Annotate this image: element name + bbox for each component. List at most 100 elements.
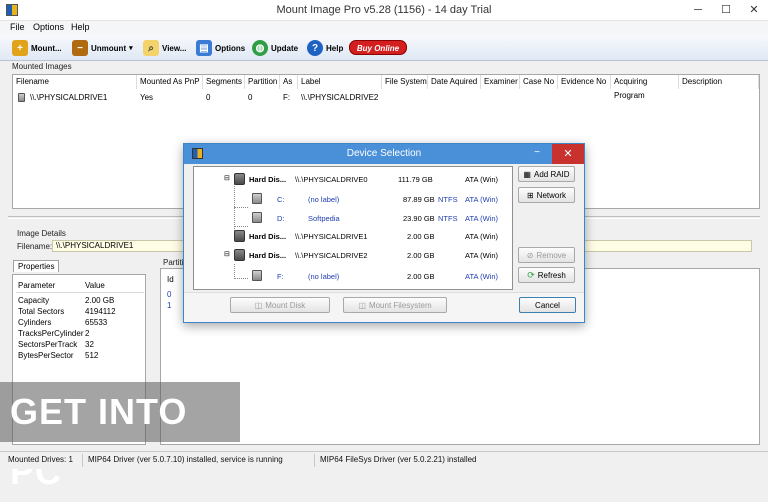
column-header[interactable]: Label	[298, 75, 382, 89]
network-button[interactable]: ⊞ Network	[518, 187, 575, 203]
refresh-icon: ⟳	[527, 269, 535, 280]
column-header[interactable]: Mounted As PnP	[137, 75, 203, 89]
status-bar: Mounted Drives: 1 MIP64 Driver (ver 5.0.…	[0, 451, 768, 469]
column-header[interactable]: Acquiring Program	[611, 75, 679, 100]
refresh-button[interactable]: ⟳ Refresh	[518, 267, 575, 283]
device-tree[interactable]: ⊟ Hard Dis... \\.\PHYSICALDRIVE0 111.79 …	[193, 166, 513, 290]
row-segments: 0	[206, 93, 211, 102]
cancel-button[interactable]: Cancel	[519, 297, 576, 313]
device-bus: ATA (Win)	[465, 251, 499, 260]
buy-online-button[interactable]: Buy Online	[349, 40, 407, 55]
add-raid-button[interactable]: ▦ Add RAID	[518, 166, 575, 182]
param-name: SectorsPerTrack	[18, 340, 78, 349]
mount-filesystem-button[interactable]: ◫ Mount Filesystem	[343, 297, 447, 313]
param-name: BytesPerSector	[18, 351, 74, 360]
device-size: 2.00 GB	[407, 232, 435, 241]
menu-options[interactable]: Options	[33, 22, 64, 32]
title-bar: Mount Image Pro v5.28 (1156) - 14 day Tr…	[0, 0, 768, 21]
id-header[interactable]: Id	[167, 275, 174, 284]
column-header[interactable]: Date Aquired	[428, 75, 481, 89]
param-value: 65533	[85, 318, 108, 327]
row-mounted-pnp: Yes	[140, 93, 154, 102]
tab-partitions[interactable]: Partiti	[163, 258, 183, 267]
tree-line	[234, 226, 248, 227]
column-header[interactable]: As	[280, 75, 298, 89]
partition-id: 0	[167, 290, 172, 299]
partition-letter: C:	[277, 195, 285, 204]
partition-icon	[252, 212, 262, 223]
value-header[interactable]: Value	[85, 281, 105, 290]
column-header[interactable]: Description	[679, 75, 759, 89]
partition-letter: F:	[277, 272, 284, 281]
column-header[interactable]: Evidence No	[558, 75, 611, 89]
column-header[interactable]: Filename	[13, 75, 137, 89]
tree-row-partition-d[interactable]: D: Softpedia 23.90 GB NTFS ATA (Win)	[194, 211, 512, 225]
mount-filesystem-label: Mount Filesystem	[368, 300, 432, 310]
image-file-icon	[18, 93, 25, 102]
hard-disk-icon	[234, 249, 245, 261]
parameter-header[interactable]: Parameter	[18, 281, 55, 290]
raid-icon: ▦	[523, 169, 531, 179]
menu-help[interactable]: Help	[71, 22, 90, 32]
device-name: Hard Dis...	[249, 175, 287, 184]
globe-icon: ◍	[252, 40, 268, 56]
view-label: View...	[162, 43, 187, 53]
tree-row-drive0[interactable]: ⊟ Hard Dis... \\.\PHYSICALDRIVE0 111.79 …	[194, 173, 512, 187]
param-value: 512	[85, 351, 99, 360]
device-selection-dialog: Device Selection − ✕ ⊟ Hard Dis... \\.\P…	[183, 143, 585, 323]
minimize-button[interactable]: ─	[684, 0, 712, 20]
unmount-button[interactable]: − Unmount ▾	[72, 38, 133, 58]
mount-button[interactable]: + Mount...	[12, 38, 62, 58]
partition-fs: NTFS	[438, 195, 458, 204]
tab-properties[interactable]: Properties	[13, 260, 60, 272]
param-value: 4194112	[85, 307, 116, 316]
collapse-icon[interactable]: ⊟	[224, 250, 230, 258]
table-row[interactable]: \\.\PHYSICALDRIVE1 Yes 0 0 F: \\.\PHYSIC…	[13, 92, 759, 104]
param-name: Cylinders	[18, 318, 52, 327]
device-bus: ATA (Win)	[465, 175, 499, 184]
remove-button[interactable]: ⊘ Remove	[518, 247, 575, 263]
chevron-down-icon[interactable]: ▾	[129, 44, 133, 52]
partition-icon	[252, 270, 262, 281]
device-name: Hard Dis...	[249, 232, 287, 241]
filename-label: Filename:	[17, 242, 53, 251]
network-label: Network	[536, 190, 567, 200]
unmount-icon: −	[72, 40, 88, 56]
status-divider	[314, 454, 315, 467]
tree-row-partition-f[interactable]: F: (no label) 2.00 GB ATA (Win)	[194, 269, 512, 283]
mount-disk-button[interactable]: ◫ Mount Disk	[230, 297, 330, 313]
tree-row-partition-c[interactable]: C: (no label) 87.89 GB NTFS ATA (Win)	[194, 192, 512, 206]
row-label: \\.\PHYSICALDRIVE2	[301, 93, 379, 102]
device-bus: ATA (Win)	[465, 232, 499, 241]
options-icon: ▤	[196, 40, 212, 56]
tree-row-drive1[interactable]: Hard Dis... \\.\PHYSICALDRIVE1 2.00 GB A…	[194, 230, 512, 244]
dialog-minimize-button[interactable]: −	[524, 144, 550, 164]
column-header[interactable]: Case No	[520, 75, 558, 89]
menu-file[interactable]: File	[10, 22, 25, 32]
device-size: 111.79 GB	[398, 175, 433, 184]
partition-size: 23.90 GB	[403, 214, 435, 223]
options-button[interactable]: ▤ Options	[196, 38, 245, 58]
collapse-icon[interactable]: ⊟	[224, 174, 230, 182]
param-value: 2	[85, 329, 90, 338]
view-button[interactable]: ⌕ View...	[143, 38, 186, 58]
close-button[interactable]: ✕	[740, 0, 768, 20]
help-button[interactable]: ? Help	[307, 38, 343, 58]
tree-line	[234, 207, 248, 208]
maximize-button[interactable]: ☐	[712, 0, 740, 20]
row-as: F:	[283, 93, 291, 102]
partition-icon	[252, 193, 262, 204]
remove-label: Remove	[536, 250, 567, 260]
dialog-close-button[interactable]: ✕	[552, 144, 584, 164]
column-header[interactable]: Segments	[203, 75, 245, 89]
column-header[interactable]: Partition	[245, 75, 280, 89]
partition-letter: D:	[277, 214, 285, 223]
mounted-images-label: Mounted Images	[12, 62, 72, 71]
tree-row-drive2[interactable]: ⊟ Hard Dis... \\.\PHYSICALDRIVE2 2.00 GB…	[194, 249, 512, 263]
mount-disk-label: Mount Disk	[265, 300, 306, 310]
update-button[interactable]: ◍ Update	[252, 38, 298, 58]
menu-bar: File Options Help	[0, 21, 768, 35]
column-header[interactable]: File System	[382, 75, 428, 89]
column-header[interactable]: Examiner	[481, 75, 520, 89]
device-name: Hard Dis...	[249, 251, 287, 260]
